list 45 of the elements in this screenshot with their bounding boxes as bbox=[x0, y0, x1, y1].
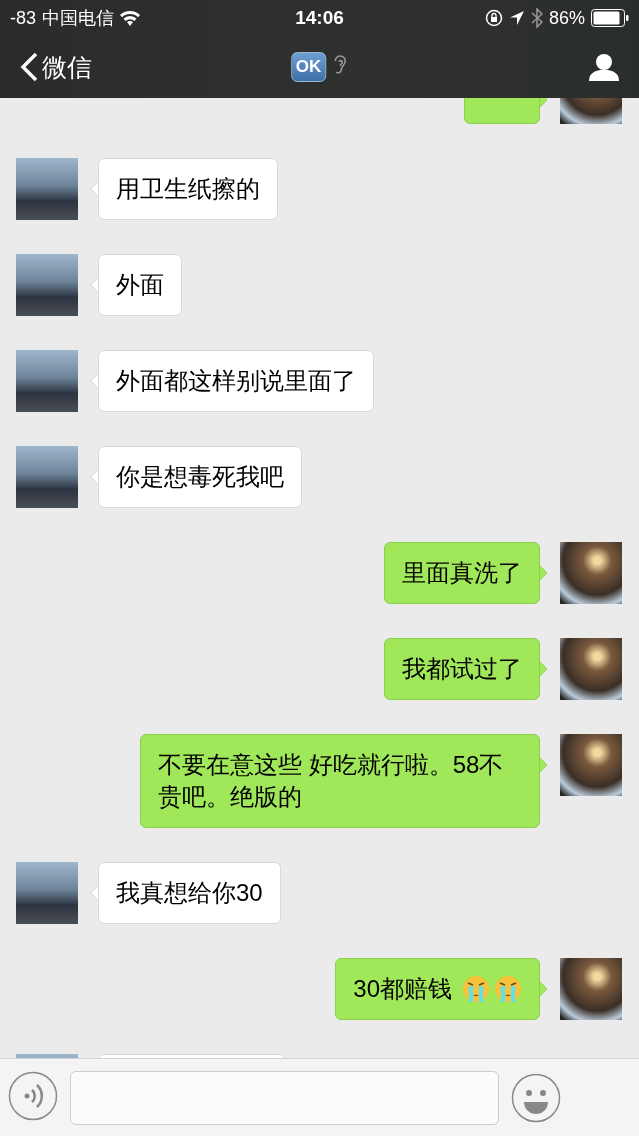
message-bubble: 你是想毒死我吧 bbox=[98, 446, 302, 508]
location-arrow-icon bbox=[508, 10, 525, 26]
message-input-field[interactable] bbox=[70, 1070, 499, 1125]
battery-icon bbox=[591, 9, 629, 27]
avatar-photo[interactable] bbox=[560, 542, 622, 604]
message-bubble: 里面真洗了 bbox=[384, 542, 540, 604]
message-bubble: 我真想给你30 bbox=[98, 862, 281, 924]
voice-icon[interactable] bbox=[8, 1070, 58, 1121]
bubble-tail-icon bbox=[540, 565, 548, 581]
avatar-photo[interactable] bbox=[560, 734, 622, 796]
back-chevron-icon[interactable] bbox=[20, 52, 38, 82]
avatar-photo[interactable] bbox=[16, 446, 78, 508]
clock-time: 14:06 bbox=[295, 7, 344, 29]
message-bubble: 我都试过了 bbox=[384, 638, 540, 700]
crying-face-icon bbox=[494, 975, 522, 1003]
chat-title-emoji: OK bbox=[290, 52, 327, 82]
bubble-tail-icon bbox=[90, 373, 98, 389]
avatar-photo[interactable] bbox=[16, 158, 78, 220]
bubble-tail-icon bbox=[90, 277, 98, 293]
smiley-face-icon[interactable] bbox=[511, 1072, 561, 1123]
message-bubble: 外面都这样别说里面了 bbox=[98, 350, 374, 412]
avatar-photo[interactable] bbox=[560, 958, 622, 1020]
avatar-photo[interactable] bbox=[560, 638, 622, 700]
bubble-tail-icon bbox=[90, 469, 98, 485]
rotation-lock-icon bbox=[484, 9, 503, 27]
bubble-tail-icon bbox=[90, 885, 98, 901]
message-bubble: 不要在意这些 好吃就行啦。58不贵吧。绝版的 bbox=[140, 734, 540, 828]
bubble-tail-icon bbox=[540, 661, 548, 677]
bluetooth-icon bbox=[530, 8, 543, 28]
message-bubble: 30都赔钱 bbox=[335, 958, 540, 1020]
message-bubble: 外面 bbox=[98, 254, 182, 316]
wifi-icon bbox=[120, 10, 140, 26]
avatar-photo[interactable] bbox=[16, 254, 78, 316]
crying-face-icon bbox=[462, 975, 490, 1003]
back-button[interactable]: 微信 bbox=[20, 50, 92, 84]
message-bubble: 用卫生纸擦的 bbox=[98, 158, 278, 220]
avatar-photo[interactable] bbox=[16, 862, 78, 924]
battery-percent: 86% bbox=[548, 7, 585, 29]
bubble-tail-icon bbox=[90, 181, 98, 197]
carrier-name: 中国电信 bbox=[42, 7, 114, 30]
signal-strength: -83 bbox=[10, 7, 36, 29]
avatar-photo[interactable] bbox=[16, 350, 78, 412]
user-profile-icon[interactable] bbox=[589, 53, 619, 81]
bubble-tail-icon bbox=[540, 757, 548, 773]
bubble-tail-icon bbox=[540, 981, 548, 997]
